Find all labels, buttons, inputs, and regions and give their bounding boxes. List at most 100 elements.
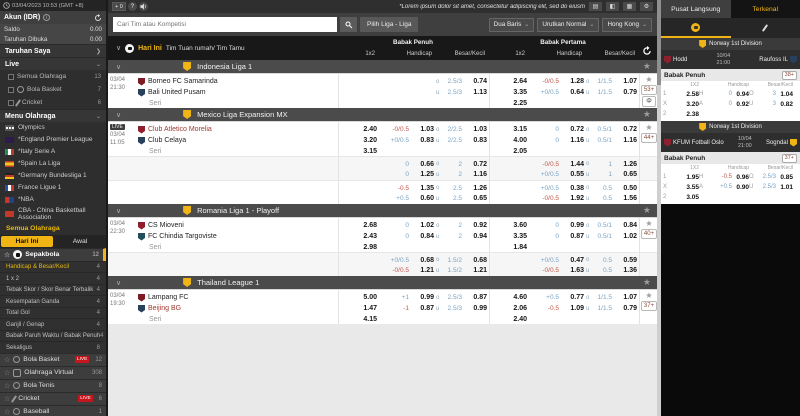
select-league-button[interactable]: Pilih Liga - Liga [360, 17, 418, 32]
layout-icon[interactable]: ◧ [606, 2, 619, 11]
favorite-star-icon[interactable]: ★ [645, 124, 652, 132]
star-icon[interactable]: ☆ [4, 251, 10, 259]
all-sports-link[interactable]: Semua Olahraga [0, 223, 106, 235]
league-header-indonesia[interactable]: ∨ Indonesia Liga 1 ★ [108, 60, 657, 73]
odds-over[interactable]: o0.5/10.84 [586, 220, 637, 231]
odds-under[interactable]: u21.16 [436, 170, 487, 181]
odds-home-hdp[interactable]: 00.99 [529, 220, 584, 231]
odds-format-dropdown[interactable]: Hong Kong⌄ [602, 18, 652, 32]
live-filter-all-sports[interactable]: Semua Olahraga 13 [0, 70, 106, 83]
sidebar-item-virtual-sports[interactable]: ☆ Olahraga Virtual 308 [0, 366, 106, 379]
league-header-romania[interactable]: ∨ Romania Liga 1 - Playoff ★ [108, 204, 657, 217]
odds-home[interactable]: 4.60 [490, 292, 527, 303]
gear-icon[interactable]: ⚙ [640, 2, 653, 11]
search-input[interactable] [113, 17, 337, 32]
popular-match-teams[interactable]: KFUM Fotball Oslo 10/0421:00 Sogndal [661, 133, 800, 152]
odds-away-hdp[interactable]: +0/0.50.83 [379, 135, 434, 146]
odds-over[interactable]: o20.92 [436, 220, 487, 231]
market-correct-score[interactable]: Tebak Skor / Skor Benar Terbalik4 [0, 284, 106, 296]
sports-menu-header[interactable]: Menu Olahraga⌄ [0, 109, 106, 122]
more-markets-button[interactable]: 40+ [641, 229, 657, 239]
odds-over[interactable]: o1/1.51.07 [586, 292, 637, 303]
odds-away[interactable]: 4.00 [490, 135, 527, 146]
odds-away-hdp[interactable]: +0/0.50.64 [529, 87, 584, 98]
football-filter[interactable] [661, 18, 731, 38]
odds-home-hdp[interactable]: H00.94 [699, 89, 749, 99]
odds-over[interactable]: o11.26 [586, 159, 637, 170]
info-icon[interactable]: i [43, 14, 50, 21]
more-markets-button[interactable]: 37+ [641, 301, 657, 311]
odds-away-hdp[interactable]: -0/0.51.21 [379, 266, 434, 277]
odds-away-hdp[interactable]: -10.87 [379, 303, 434, 314]
refresh-icon[interactable] [94, 14, 102, 22]
odds-away-hdp[interactable]: 01.16 [529, 135, 584, 146]
odds-under[interactable]: u10.65 [586, 170, 637, 181]
odds-away-hdp[interactable]: 00.87 [529, 231, 584, 242]
home-team[interactable]: Club Atletico Morelia [138, 124, 338, 135]
tab-early[interactable]: Awal [54, 235, 106, 248]
odds-home[interactable]: 3.15 [490, 124, 527, 135]
favorite-star-icon[interactable]: ★ [645, 76, 652, 84]
menu-item-bundesliga[interactable]: *Germany Bundesliga 1 [0, 170, 106, 182]
odds-home[interactable]: 2.64 [490, 76, 527, 87]
market-odd-even[interactable]: Ganjil / Genap4 [0, 318, 106, 330]
live-filter-cricket[interactable]: Cricket 6 [0, 96, 106, 109]
more-markets-button[interactable]: 53+ [641, 85, 657, 95]
odds-home-hdp[interactable]: -0/0.51.28 [529, 76, 584, 87]
stats-button[interactable]: Φ [642, 96, 656, 107]
odds-under[interactable]: u2/2.50.83 [436, 135, 487, 146]
market-double-chance[interactable]: Kesempatan Ganda4 [0, 295, 106, 307]
odds-over[interactable]: o1.5/20.68 [436, 255, 487, 266]
odds-under[interactable]: u2.5/31.13 [436, 87, 487, 98]
sound-icon[interactable] [139, 2, 148, 11]
away-team[interactable]: Bali United Pusam [138, 87, 338, 98]
odds-away-hdp[interactable]: A00.92 [699, 99, 749, 109]
odds-1[interactable]: 12.58 [663, 89, 699, 99]
odds-away[interactable]: 3.35 [490, 87, 527, 98]
odds-away-hdp[interactable]: -0.51.09 [529, 303, 584, 314]
odds-away[interactable]: 1.47 [339, 303, 377, 314]
odds-over[interactable]: o2.5/30.87 [436, 292, 487, 303]
vertical-scrollbar[interactable] [657, 0, 661, 416]
odds-under[interactable]: u1.5/21.21 [436, 266, 487, 277]
away-team[interactable]: Beijing BG [138, 303, 338, 314]
menu-item-ligue1[interactable]: France Ligue 1 [0, 182, 106, 194]
odds-over[interactable]: O31.04 [749, 89, 793, 99]
odds-x[interactable]: X3.55 [663, 182, 699, 192]
sidebar-item-basketball[interactable]: ☆ Bola Basket LIVE 12 [0, 353, 106, 366]
odds-away-hdp[interactable]: -0/0.51.63 [529, 266, 584, 277]
live-header[interactable]: Live⌄ [0, 57, 106, 70]
odds-home-hdp[interactable]: +0/0.50.68 [379, 255, 434, 266]
chevron-down-icon[interactable]: ∨ [116, 44, 121, 52]
odds-home-hdp[interactable]: +0/0.50.38 [529, 183, 584, 194]
league-star-icon[interactable]: ★ [643, 109, 651, 120]
market-ht-ft[interactable]: Babak Paruh Waktu / Babak Penuh4 [0, 330, 106, 342]
menu-item-epl[interactable]: *England Premier League [0, 134, 106, 146]
odds-over[interactable]: o20.72 [436, 159, 487, 170]
menu-item-laliga[interactable]: *Spain La Liga [0, 158, 106, 170]
odds-home-hdp[interactable]: +10.99 [379, 292, 434, 303]
odds-home[interactable]: 5.00 [339, 292, 377, 303]
away-team[interactable]: FC Chindia Targoviste [138, 231, 338, 242]
odds-over[interactable]: o0.50.59 [586, 255, 637, 266]
menu-item-seriea[interactable]: *Italy Serie A [0, 146, 106, 158]
odds-under[interactable]: u0.5/11.02 [586, 231, 637, 242]
odds-over[interactable]: o2.51.26 [436, 183, 487, 194]
sort-dropdown[interactable]: Urutkan Normal⌄ [537, 18, 599, 32]
odds-1[interactable]: 11.95 [663, 172, 699, 182]
odds-home-hdp[interactable]: +0/0.50.47 [529, 255, 584, 266]
tab-popular[interactable]: Terkenal [731, 0, 800, 18]
league-star-icon[interactable]: ★ [643, 205, 651, 216]
odds-under[interactable]: u1/1.50.79 [586, 303, 637, 314]
checkbox[interactable] [8, 87, 14, 93]
menu-item-nba[interactable]: *NBA [0, 194, 106, 206]
odds-away-hdp[interactable]: +0.50.60 [379, 194, 434, 205]
market-handicap-ou[interactable]: Handicap & Besar/Kecil4 [0, 261, 106, 273]
grid-icon[interactable]: ▦ [623, 2, 636, 11]
odds-home-hdp[interactable]: 01.02 [379, 220, 434, 231]
odds-home-hdp[interactable]: 00.66 [379, 159, 434, 170]
odds-home-hdp[interactable]: -0/0.51.03 [379, 124, 434, 135]
checkbox[interactable] [8, 74, 14, 80]
odds-over[interactable]: o0.50.50 [586, 183, 637, 194]
odds-home[interactable]: 2.68 [339, 220, 377, 231]
